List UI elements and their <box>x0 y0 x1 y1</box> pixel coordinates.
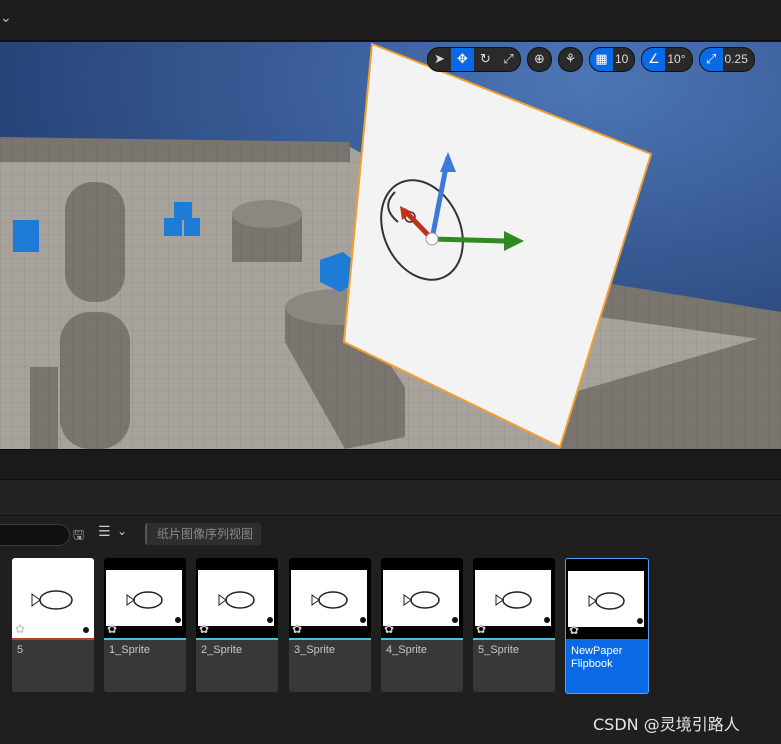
grid-snap-icon[interactable]: ▦ <box>590 47 613 71</box>
content-browser-header <box>0 479 781 516</box>
asset-label: 4_Sprite <box>386 644 427 656</box>
breadcrumb[interactable]: 纸片图像序列视图 <box>145 523 262 545</box>
asset-label: 2_Sprite <box>201 644 242 656</box>
fish-sprite-image <box>403 591 458 623</box>
rotation-snap-group: ∠ 10° <box>641 46 693 72</box>
gear-icon: ✿ <box>15 622 26 636</box>
asset-label: 5_Sprite <box>478 644 519 656</box>
asset-tile-sprite[interactable]: ✿ 5_Sprite <box>473 558 555 692</box>
viewport-toolbar: ➤ ✥ ↻ ⤢ ⊕ ⚘ ▦ 10 ∠ 10° ⤢ 0.25 <box>427 46 755 72</box>
asset-type-bar <box>104 638 186 640</box>
asset-label: NewPaper Flipbook <box>571 645 623 670</box>
rotation-snap-value[interactable]: 10° <box>665 52 691 66</box>
pill-block-left <box>65 182 125 302</box>
asset-type-bar <box>566 639 648 641</box>
asset-label: 5 <box>17 644 24 656</box>
surface-snap-group: ⚘ <box>558 46 583 72</box>
gear-icon: ✿ <box>292 622 303 636</box>
watermark: CSDN @灵境引路人 <box>593 715 740 734</box>
scale-snap-icon[interactable]: ⤢ <box>699 47 723 71</box>
transform-mode-group: ➤ ✥ ↻ ⤢ <box>427 46 521 72</box>
asset-tile-sprite[interactable]: ✿ 2_Sprite <box>196 558 278 692</box>
gear-icon: ✿ <box>199 622 210 636</box>
select-mode-icon[interactable]: ➤ <box>428 48 451 71</box>
fish-sprite-image <box>126 591 181 623</box>
scale-mode-icon[interactable]: ⤢ <box>497 48 520 71</box>
fish-sprite-image <box>311 591 366 623</box>
scale-snap-value[interactable]: 0.25 <box>723 52 754 66</box>
fish-sprite-image <box>495 591 550 623</box>
translate-mode-icon[interactable]: ✥ <box>451 47 474 71</box>
search-input[interactable] <box>0 524 70 546</box>
surface-snap-icon[interactable]: ⚘ <box>559 48 582 71</box>
level-viewport[interactable]: ➤ ✥ ↻ ⤢ ⊕ ⚘ ▦ 10 ∠ 10° ⤢ 0.25 <box>0 42 781 449</box>
asset-tile-texture[interactable]: ✿ 5 <box>12 558 94 692</box>
asset-type-bar <box>381 638 463 640</box>
rotate-mode-icon[interactable]: ↻ <box>474 48 497 71</box>
gear-icon: ✿ <box>107 622 118 636</box>
viewport-scene <box>0 42 781 449</box>
asset-type-bar <box>473 638 555 640</box>
chevron-down-icon[interactable]: ⌄ <box>0 10 12 26</box>
world-space-icon[interactable]: ⊕ <box>528 48 551 71</box>
coordinate-space-group: ⊕ <box>527 46 552 72</box>
asset-label: 3_Sprite <box>294 644 335 656</box>
asset-tile-sprite[interactable]: ✿ 3_Sprite <box>289 558 371 692</box>
gear-icon: ✿ <box>476 622 487 636</box>
asset-tile-sprite[interactable]: ✿ 1_Sprite <box>104 558 186 692</box>
editor-top-bar: ⌄ <box>0 0 781 41</box>
asset-tile-sprite[interactable]: ✿ 4_Sprite <box>381 558 463 692</box>
save-icon[interactable]: 🖫 <box>73 526 84 548</box>
filter-icon[interactable]: ☰ <box>98 524 111 540</box>
asset-type-bar <box>196 638 278 640</box>
fish-sprite-image <box>218 591 273 623</box>
gear-icon: ✿ <box>384 622 395 636</box>
asset-type-bar <box>12 638 94 640</box>
cylinder <box>232 200 302 262</box>
asset-tile-flipbook[interactable]: ✿ NewPaper Flipbook <box>565 558 649 694</box>
grid-snap-group: ▦ 10 <box>589 46 636 72</box>
chevron-down-icon[interactable]: ⌄ <box>117 524 127 538</box>
gear-icon: ✿ <box>569 623 580 637</box>
viewport-bottom-bar <box>0 449 781 480</box>
scale-snap-group: ⤢ 0.25 <box>698 46 755 72</box>
asset-type-bar <box>289 638 371 640</box>
asset-label: 1_Sprite <box>109 644 150 656</box>
content-browser-panel: 🖫 ☰ ⌄ 纸片图像序列视图 ✿ 5 ✿ 1_Sprite ✿ 2_Sprite… <box>0 515 781 744</box>
grid-snap-value[interactable]: 10 <box>613 52 634 66</box>
fish-sprite-image <box>588 592 643 624</box>
rotation-snap-icon[interactable]: ∠ <box>642 47 666 71</box>
